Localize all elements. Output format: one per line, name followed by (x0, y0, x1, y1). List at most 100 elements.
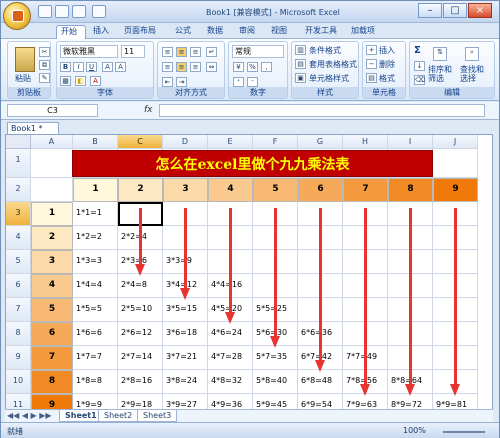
tab-page-layout[interactable]: 页面布局 (120, 25, 160, 39)
font-color-button[interactable]: A (90, 76, 101, 86)
print-preview-icon[interactable] (92, 5, 106, 18)
font-size-select[interactable]: 11 (121, 45, 145, 58)
conditional-format-button[interactable]: 条件格式 (309, 45, 341, 56)
undo-icon[interactable] (55, 5, 69, 18)
format-cells-icon[interactable]: ▤ (366, 73, 377, 83)
row-header-1[interactable]: 1 (6, 149, 31, 178)
tab-home[interactable]: 开始 (56, 25, 86, 39)
wrap-text-icon[interactable]: ↵ (206, 47, 217, 57)
cell[interactable] (433, 149, 478, 178)
workbook-tab[interactable]: Book1 * (7, 122, 59, 134)
find-select-icon[interactable]: ⌕ (465, 47, 479, 61)
tab-formulas[interactable]: 公式 (171, 25, 195, 39)
tab-view[interactable]: 视图 (267, 25, 291, 39)
row-header-5[interactable]: 5 (6, 250, 31, 274)
fill-color-icon[interactable]: ◧ (75, 76, 86, 86)
table-format-button[interactable]: 套用表格格式 (309, 59, 357, 70)
insert-cells-button[interactable]: 插入 (379, 45, 395, 56)
delete-cells-icon[interactable]: − (366, 59, 377, 69)
format-painter-icon[interactable]: ✎ (39, 73, 50, 83)
increase-indent-icon[interactable]: ⇥ (176, 77, 187, 87)
align-top-icon[interactable]: ≡ (162, 47, 173, 57)
sort-filter-button[interactable]: 排序和筛选 (428, 65, 456, 83)
find-select-button[interactable]: 查找和选择 (460, 65, 488, 83)
minimize-button[interactable]: – (418, 3, 442, 18)
column-header-d[interactable]: D (163, 135, 208, 149)
select-all-button[interactable] (6, 135, 31, 149)
column-header-f[interactable]: F (253, 135, 298, 149)
redo-icon[interactable] (72, 5, 86, 18)
percent-button[interactable]: % (247, 62, 258, 72)
column-header-e[interactable]: E (208, 135, 253, 149)
row-header-4[interactable]: 4 (6, 226, 31, 250)
zoom-slider[interactable] (443, 431, 485, 433)
column-header-g[interactable]: G (298, 135, 343, 149)
zoom-control[interactable]: 100% (403, 426, 491, 436)
font-name-select[interactable]: 微软雅黑 (60, 45, 118, 58)
align-right-icon[interactable]: ≡ (190, 62, 201, 72)
row-header-2[interactable]: 2 (6, 178, 31, 202)
shrink-font-button[interactable]: A (115, 62, 126, 72)
align-center-icon[interactable]: ≡ (176, 62, 187, 72)
column-header-a[interactable]: A (31, 135, 73, 149)
align-bottom-icon[interactable]: ≡ (190, 47, 201, 57)
cell[interactable] (31, 178, 73, 202)
increase-decimal-icon[interactable]: ⁺ (233, 77, 244, 87)
fx-button[interactable]: fx (144, 105, 153, 115)
row-header-7[interactable]: 7 (6, 298, 31, 322)
paste-label[interactable]: 粘贴 (15, 73, 31, 84)
cell-style-icon[interactable]: ▣ (295, 73, 306, 83)
save-icon[interactable] (38, 5, 52, 18)
sheet-tab-3[interactable]: Sheet3 (137, 410, 178, 422)
border-icon[interactable]: ▦ (60, 76, 71, 86)
tab-insert[interactable]: 插入 (89, 25, 113, 39)
cell[interactable] (31, 149, 73, 178)
row-header-3[interactable]: 3 (6, 202, 31, 226)
comma-button[interactable]: , (261, 62, 272, 72)
decrease-indent-icon[interactable]: ⇤ (162, 77, 173, 87)
number-format-select[interactable]: 常规 (232, 45, 284, 58)
conditional-format-icon[interactable]: ▥ (295, 45, 306, 55)
row-header-9[interactable]: 9 (6, 346, 31, 370)
name-box[interactable]: C3 (7, 104, 98, 117)
row-header-8[interactable]: 8 (6, 322, 31, 346)
column-header-h[interactable]: H (343, 135, 388, 149)
paste-icon[interactable] (15, 47, 35, 72)
column-header-b[interactable]: B (73, 135, 118, 149)
fill-icon[interactable]: ↓ (414, 61, 425, 71)
sheet-tab-2[interactable]: Sheet2 (98, 410, 139, 422)
underline-button[interactable]: U (86, 62, 97, 72)
tab-addins[interactable]: 加载项 (347, 25, 379, 39)
align-middle-icon[interactable]: ≡ (176, 47, 187, 57)
autosum-button[interactable]: Σ (414, 45, 421, 56)
column-header-j[interactable]: J (433, 135, 478, 149)
currency-icon[interactable]: ¥ (233, 62, 244, 72)
sheet-tab-1[interactable]: Sheet1 (59, 410, 103, 422)
maximize-button[interactable]: □ (443, 3, 467, 18)
cut-icon[interactable]: ✂ (39, 47, 50, 57)
decrease-decimal-icon[interactable]: ⁻ (247, 77, 258, 87)
column-header-c[interactable]: C (118, 135, 163, 149)
align-left-icon[interactable]: ≡ (162, 62, 173, 72)
tab-developer[interactable]: 开发工具 (301, 25, 341, 39)
grow-font-button[interactable]: A (102, 62, 113, 72)
tab-review[interactable]: 审阅 (235, 25, 259, 39)
row-header-6[interactable]: 6 (6, 274, 31, 298)
table-format-icon[interactable]: ▤ (295, 59, 306, 69)
insert-cells-icon[interactable]: + (366, 45, 377, 55)
close-button[interactable]: × (468, 3, 492, 18)
italic-button[interactable]: I (73, 62, 84, 72)
cell-style-button[interactable]: 单元格样式 (309, 73, 349, 84)
merge-icon[interactable]: ⇔ (206, 62, 217, 72)
office-button[interactable] (3, 2, 31, 30)
copy-icon[interactable]: ⧉ (39, 60, 50, 70)
sort-filter-icon[interactable]: ⇅ (433, 47, 447, 61)
clear-icon[interactable]: ⌫ (414, 75, 425, 85)
sheet-nav-icon[interactable]: ◀◀ ◀ ▶ ▶▶ (7, 411, 52, 420)
formula-input[interactable] (159, 104, 485, 117)
bold-button[interactable]: B (60, 62, 71, 72)
row-header-10[interactable]: 10 (6, 370, 31, 394)
column-header-i[interactable]: I (388, 135, 433, 149)
spreadsheet-grid[interactable]: A B C D E F G H I J 1 2 3 4 5 6 7 8 9 10 11 怎么在excel里做个九九乘法表 1… (6, 135, 492, 419)
delete-cells-button[interactable]: 删除 (379, 59, 395, 70)
